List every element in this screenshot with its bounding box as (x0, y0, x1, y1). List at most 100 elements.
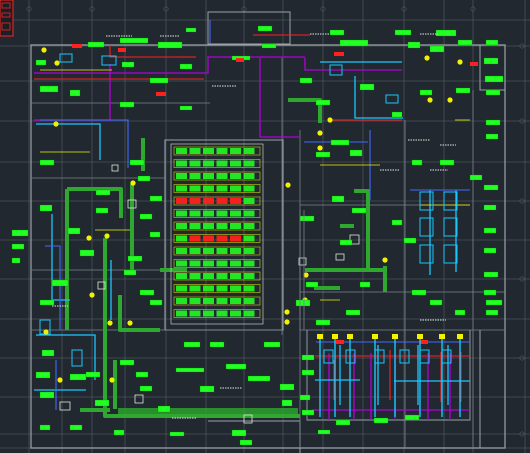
tag-label (135, 371, 149, 378)
schedule-cell (203, 260, 214, 267)
schedule-cell (176, 235, 187, 242)
tag-label (35, 59, 47, 66)
schedule-cell (203, 273, 214, 279)
equipment-marker (317, 130, 323, 136)
tag-label (183, 341, 201, 348)
tag-label (11, 229, 29, 237)
tag-label (69, 89, 81, 97)
tag-label (391, 111, 403, 118)
tag-label (439, 159, 455, 166)
tag-label (123, 269, 137, 276)
tag-label (257, 25, 273, 32)
tag-label (339, 39, 369, 47)
tag-label (317, 429, 331, 435)
schedule-cell (230, 310, 241, 317)
tag-label (483, 57, 499, 65)
schedule-cell (230, 298, 241, 304)
schedule-cell (243, 310, 255, 317)
tag-label (39, 391, 55, 399)
schedule-cell (243, 198, 255, 204)
equipment-marker (57, 377, 63, 383)
schedule-cell (216, 148, 228, 154)
tag-label (299, 77, 313, 84)
tag-label (127, 255, 143, 262)
tag-label (79, 249, 95, 257)
tag-label (247, 375, 271, 382)
tag-label (373, 417, 389, 424)
tag-label (87, 41, 105, 48)
tag-label (485, 309, 499, 316)
tag-label (455, 87, 471, 94)
riser-cap (439, 334, 445, 339)
schedule-cell (243, 148, 255, 154)
tag-label (279, 383, 295, 391)
schedule-cell (243, 160, 255, 167)
schedule-cell (230, 173, 241, 179)
tag-label (483, 271, 499, 278)
tag-label (263, 341, 281, 348)
schedule-cell (203, 210, 214, 217)
schedule-cell (203, 198, 214, 204)
schedule-cell (216, 173, 228, 179)
tag-label (94, 399, 110, 407)
tag-label (281, 399, 293, 407)
pipe-tag (334, 52, 344, 56)
schedule-cell (203, 298, 214, 304)
schedule-cell (243, 273, 255, 279)
tag-label (175, 367, 205, 373)
schedule-cell (230, 223, 241, 229)
schedule-cell (203, 310, 214, 317)
tag-label (483, 247, 497, 254)
schedule-cell (203, 148, 214, 154)
tag-label (129, 159, 145, 166)
tag-label (315, 151, 331, 158)
tag-label (299, 394, 311, 401)
tag-label (339, 239, 353, 246)
schedule-cell (176, 298, 187, 304)
tag-label (39, 85, 59, 93)
tag-label (149, 231, 161, 238)
tag-label (485, 89, 501, 96)
schedule-cell (230, 210, 241, 217)
tag-label (329, 29, 345, 36)
tag-label (149, 299, 163, 306)
cad-floor-plan[interactable] (0, 0, 530, 453)
tag-label (113, 429, 125, 436)
tag-label (469, 174, 483, 181)
schedule-cell (189, 235, 201, 242)
schedule-cell (176, 273, 187, 279)
tag-label (39, 159, 55, 166)
equipment-marker (107, 320, 113, 326)
title-block-marker (0, 0, 14, 37)
tag-label (429, 299, 443, 306)
tag-label (51, 279, 69, 287)
tag-label (239, 439, 253, 446)
tag-label (121, 61, 135, 68)
tag-label (35, 371, 51, 379)
schedule-cell (176, 185, 187, 192)
tag-label (483, 184, 499, 191)
tag-label (404, 414, 420, 421)
schedule-cell (216, 198, 228, 204)
tag-label (41, 349, 55, 357)
schedule-cell (176, 285, 187, 292)
tag-label (330, 139, 350, 146)
riser-cap (372, 334, 378, 339)
tag-label (39, 299, 55, 306)
schedule-cell (189, 298, 201, 304)
tag-label (335, 419, 351, 426)
schedule-cell (216, 210, 228, 217)
tag-label (485, 133, 499, 140)
tag-label (295, 299, 311, 307)
tag-label (301, 354, 315, 361)
tag-label (67, 227, 81, 235)
equipment-marker (317, 145, 323, 151)
equipment-marker (327, 117, 333, 123)
tag-label (11, 243, 25, 250)
schedule-cell (189, 185, 201, 192)
schedule-cell (203, 223, 214, 229)
equipment-marker (427, 97, 433, 103)
schedule-cell (216, 310, 228, 317)
riser-cap (332, 334, 338, 339)
schedule-cell (203, 160, 214, 167)
